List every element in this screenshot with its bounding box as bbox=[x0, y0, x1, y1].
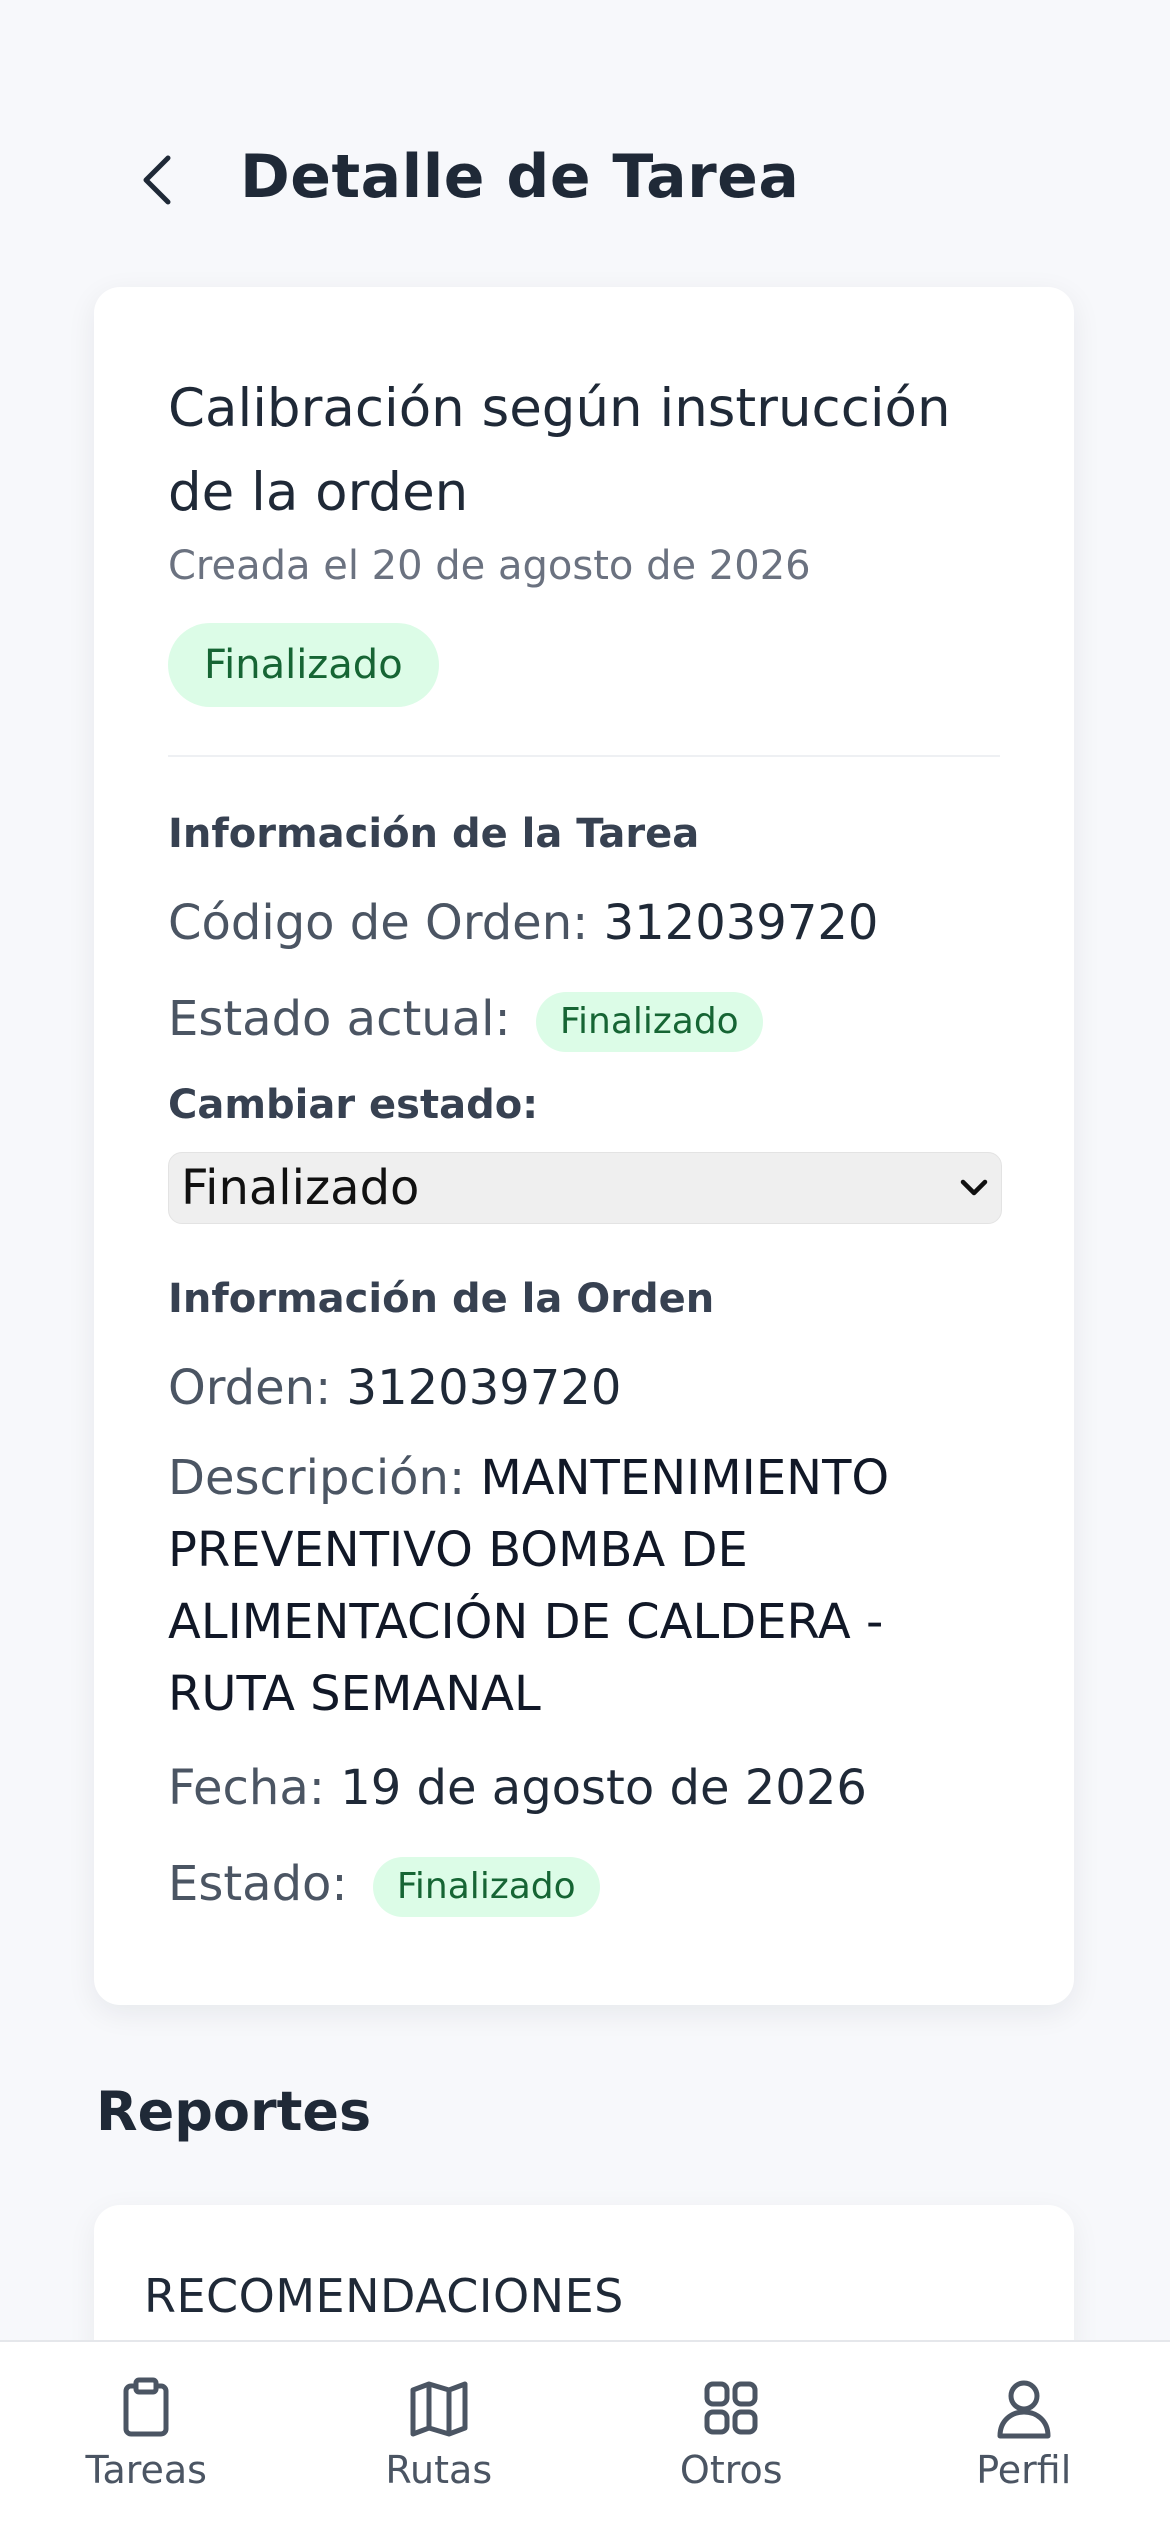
tab-label: Perfil bbox=[976, 2448, 1072, 2492]
map-icon bbox=[410, 2381, 468, 2437]
page-title: Detalle de Tarea bbox=[240, 142, 800, 212]
order-code-value: 312039720 bbox=[603, 895, 879, 951]
divider bbox=[168, 755, 1000, 757]
date-value: 19 de agosto de 2026 bbox=[340, 1760, 867, 1816]
bottom-tab-bar: Tareas Rutas Otros Perfil bbox=[0, 2340, 1170, 2532]
created-date: Creada el 20 de agosto de 2026 bbox=[168, 543, 811, 589]
task-detail-card: Calibración según instrucción de la orde… bbox=[94, 287, 1074, 2005]
reports-title: Reportes bbox=[96, 2080, 372, 2143]
tab-label: Rutas bbox=[385, 2448, 493, 2492]
description-label: Descripción: bbox=[168, 1450, 466, 1506]
tab-rutas[interactable]: Rutas bbox=[309, 2342, 569, 2532]
status-badge: Finalizado bbox=[168, 623, 439, 707]
current-status-row: Estado actual: Finalizado bbox=[168, 989, 1000, 1052]
chevron-left-icon bbox=[143, 155, 171, 205]
order-code-label: Código de Orden: bbox=[168, 895, 589, 951]
task-title: Calibración según instrucción de la orde… bbox=[168, 378, 951, 523]
chevron-down-icon bbox=[960, 1179, 988, 1196]
order-row: Orden: 312039720 bbox=[168, 1358, 1000, 1418]
task-info-heading: Información de la Tarea bbox=[168, 811, 700, 857]
current-status-label: Estado actual: bbox=[168, 991, 511, 1047]
order-label: Orden: bbox=[168, 1360, 332, 1416]
tab-otros[interactable]: Otros bbox=[601, 2342, 861, 2532]
clipboard-icon bbox=[123, 2377, 169, 2437]
tab-label: Otros bbox=[679, 2448, 783, 2492]
order-value: 312039720 bbox=[346, 1360, 622, 1416]
back-button[interactable] bbox=[128, 150, 188, 210]
header: Detalle de Tarea bbox=[0, 130, 1170, 230]
order-status-label: Estado: bbox=[168, 1856, 348, 1912]
tab-perfil[interactable]: Perfil bbox=[894, 2342, 1154, 2532]
current-status-badge: Finalizado bbox=[535, 992, 763, 1052]
status-select[interactable]: Finalizado bbox=[168, 1152, 1002, 1224]
status-select-value: Finalizado bbox=[181, 1160, 420, 1216]
date-row: Fecha: 19 de agosto de 2026 bbox=[168, 1758, 1000, 1818]
order-status-badge: Finalizado bbox=[372, 1857, 600, 1917]
grid-icon bbox=[704, 2381, 758, 2435]
change-status-label: Cambiar estado: bbox=[168, 1082, 539, 1128]
date-label: Fecha: bbox=[168, 1760, 325, 1816]
order-status-row: Estado: Finalizado bbox=[168, 1854, 1000, 1917]
tab-label: Tareas bbox=[85, 2448, 207, 2492]
description-row: Descripción: MANTENIMIENTO PREVENTIVO BO… bbox=[168, 1442, 1000, 1730]
order-code-row: Código de Orden: 312039720 bbox=[168, 893, 1000, 953]
order-info-heading: Información de la Orden bbox=[168, 1276, 715, 1322]
user-icon bbox=[997, 2380, 1051, 2439]
tab-tareas[interactable]: Tareas bbox=[16, 2342, 276, 2532]
report-card-title: RECOMENDACIONES bbox=[144, 2269, 624, 2323]
